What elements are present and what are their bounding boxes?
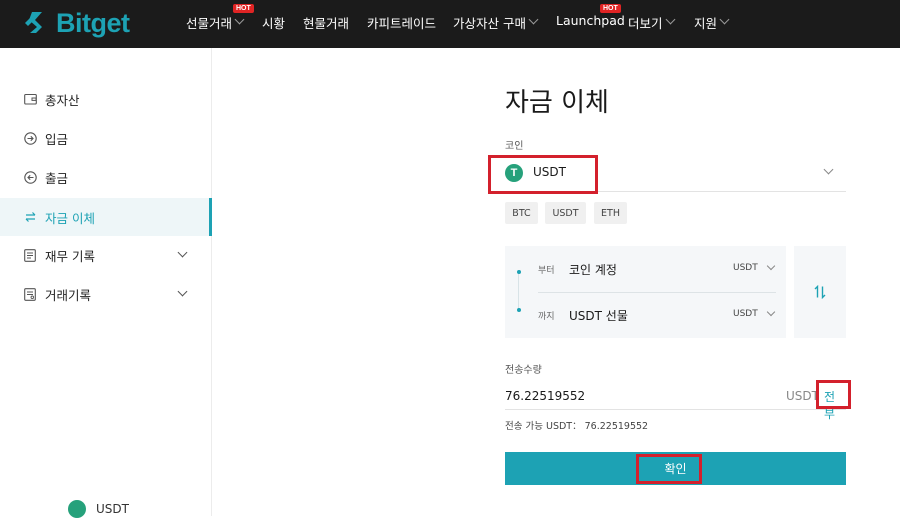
to-dot xyxy=(517,308,521,312)
sidebar-item-trade-history[interactable]: 거래기록 xyxy=(0,275,212,313)
from-account[interactable]: 코인 계정 xyxy=(569,261,617,278)
document-icon xyxy=(23,248,37,262)
sidebar-item-label: 총자산 xyxy=(45,92,80,108)
sidebar-item-withdraw[interactable]: 출금 xyxy=(0,158,212,196)
chevron-down-icon xyxy=(177,247,188,258)
nav-spot[interactable]: 현물거래 xyxy=(303,13,349,32)
divider xyxy=(538,292,776,293)
sidebar-item-deposit[interactable]: 입금 xyxy=(0,119,212,157)
sidebar-item-label: 자금 이체 xyxy=(45,210,95,226)
chevron-down-icon xyxy=(665,14,675,25)
quick-coin-eth[interactable]: ETH xyxy=(594,202,627,224)
sidebar-item-label: 입금 xyxy=(45,131,69,147)
amount-currency: USDT xyxy=(786,389,819,403)
bitget-logo-icon xyxy=(25,12,42,33)
to-tag: 까지 xyxy=(538,312,555,322)
nav-launchpad[interactable]: Launchpad xyxy=(556,13,625,28)
nav-copy-trade[interactable]: 카피트레이드 xyxy=(367,13,436,32)
withdraw-icon xyxy=(23,170,37,184)
chevron-down-icon xyxy=(823,164,834,175)
from-currency[interactable]: USDT xyxy=(733,263,758,273)
bitget-logo[interactable]: Bitget xyxy=(22,8,130,38)
from-tag: 부터 xyxy=(538,266,555,276)
wallet-icon xyxy=(23,92,37,106)
available-balance: 전송 가능 USDT： 76.22519552 xyxy=(505,421,649,432)
quick-coin-btc[interactable]: BTC xyxy=(505,202,538,224)
highlight-box-coin xyxy=(488,155,598,194)
chevron-down-icon[interactable] xyxy=(766,261,776,271)
amount-value[interactable]: 76.22519552 xyxy=(505,389,585,403)
nav-copy-trade-label: 카피트레이드 xyxy=(367,16,437,31)
coin-label: 코인 xyxy=(505,141,524,152)
to-currency[interactable]: USDT xyxy=(733,309,758,319)
chevron-down-icon xyxy=(234,14,245,25)
quick-coin-usdt[interactable]: USDT xyxy=(545,202,586,224)
swap-icon xyxy=(814,285,826,299)
nav-more[interactable]: 더보기 xyxy=(628,13,675,32)
nav-support[interactable]: 지원 xyxy=(694,13,730,32)
hot-badge: HOT xyxy=(233,4,254,13)
top-navbar: Bitget 선물거래 HOT 시황 현물거래 카피트레이드 가상자산 구매 L… xyxy=(0,0,900,48)
hot-badge: HOT xyxy=(600,4,621,13)
sidebar-item-label: 출금 xyxy=(45,170,69,186)
transfer-accounts-panel: 부터 코인 계정 USDT 까지 USDT 선물 USDT xyxy=(505,246,786,338)
swap-direction-button[interactable] xyxy=(794,246,846,338)
nav-futures-label: 선물거래 xyxy=(186,16,233,31)
amount-label: 전송수량 xyxy=(505,365,542,376)
sidebar-item-total-assets[interactable]: 총자산 xyxy=(0,80,212,118)
chevron-down-icon xyxy=(177,286,188,297)
transfer-icon xyxy=(23,210,37,224)
to-account[interactable]: USDT 선물 xyxy=(569,307,628,324)
connector-line xyxy=(518,274,519,310)
nav-buy-crypto-label: 가상자산 구매 xyxy=(453,16,526,31)
nav-market-label: 시황 xyxy=(262,16,286,31)
page-title: 자금 이체 xyxy=(505,88,609,118)
sidebar-item-label: 거래기록 xyxy=(45,287,92,303)
chevron-down-icon[interactable] xyxy=(766,307,776,317)
deposit-icon xyxy=(23,131,37,145)
nav-support-label: 지원 xyxy=(694,16,718,31)
nav-futures[interactable]: 선물거래 xyxy=(186,13,245,32)
amount-input[interactable]: 76.22519552 USDT 전부 xyxy=(505,382,846,421)
receipt-icon xyxy=(23,287,37,301)
tether-icon xyxy=(68,500,86,518)
brand-name: Bitget xyxy=(56,7,130,38)
dropdown-option-usdt[interactable]: USDT xyxy=(68,500,129,518)
sidebar-item-label: 재무 기록 xyxy=(45,248,95,264)
chevron-down-icon xyxy=(719,14,730,25)
nav-launchpad-label: Launchpad xyxy=(556,13,625,28)
chevron-down-icon xyxy=(528,14,539,25)
dropdown-option-label: USDT xyxy=(96,502,129,516)
highlight-box-confirm xyxy=(636,454,702,484)
nav-more-label: 더보기 xyxy=(628,16,663,31)
highlight-box-all xyxy=(816,380,851,409)
nav-spot-label: 현물거래 xyxy=(303,16,350,31)
sidebar: 총자산 입금 출금 자금 이체 재무 기록 거래기록 xyxy=(0,48,212,516)
nav-buy-crypto[interactable]: 가상자산 구매 xyxy=(453,13,539,32)
nav-market[interactable]: 시황 xyxy=(262,13,285,32)
sidebar-item-transfer[interactable]: 자금 이체 xyxy=(0,198,212,236)
sidebar-item-financial-records[interactable]: 재무 기록 xyxy=(0,236,212,274)
